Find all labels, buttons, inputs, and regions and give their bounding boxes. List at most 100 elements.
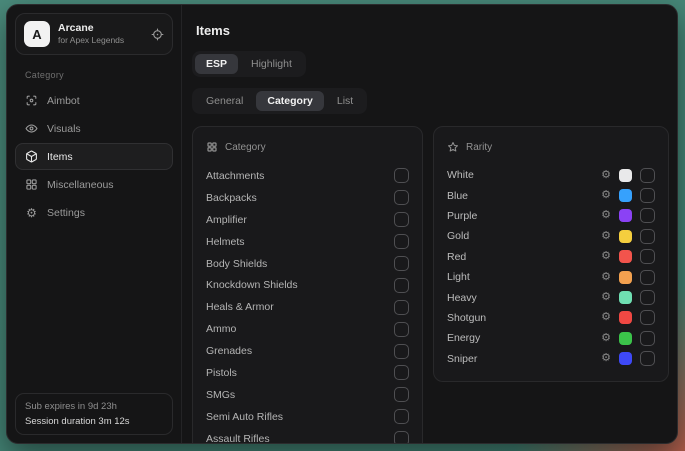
crosshair-target-icon[interactable] [151,28,164,41]
rarity-color-swatch[interactable] [619,291,632,304]
rarity-settings-gear-icon[interactable]: ⚙ [601,292,611,303]
tab-category[interactable]: Category [256,91,324,111]
rarity-color-swatch[interactable] [619,311,632,324]
rarity-checkbox[interactable] [640,310,655,325]
category-checkbox[interactable] [394,234,409,249]
sidebar-item-label: Visuals [47,123,81,135]
sidebar-section-label: Category [25,70,163,80]
cube-icon [25,150,38,163]
tab-highlight[interactable]: Highlight [240,54,303,74]
category-checkbox[interactable] [394,365,409,380]
rarity-settings-gear-icon[interactable]: ⚙ [601,333,611,344]
rarity-row: White ⚙ [447,165,655,185]
category-panel-header: Category [206,137,409,157]
rarity-settings-gear-icon[interactable]: ⚙ [601,170,611,181]
category-item-label: Pistols [206,367,237,379]
tab-esp[interactable]: ESP [195,54,238,74]
rarity-list: White ⚙ Blue ⚙ Purple ⚙ Gold ⚙ Red [447,165,655,369]
rarity-checkbox[interactable] [640,331,655,346]
crosshair-scan-icon [25,94,38,107]
category-checkbox[interactable] [394,387,409,402]
rarity-settings-gear-icon[interactable]: ⚙ [601,312,611,323]
rarity-row: Blue ⚙ [447,185,655,205]
rarity-color-swatch[interactable] [619,169,632,182]
category-item-label: Grenades [206,345,252,357]
rarity-color-swatch[interactable] [619,332,632,345]
view-tab-group: General Category List [192,88,367,114]
rarity-row: Energy ⚙ [447,328,655,348]
sidebar-item-aimbot[interactable]: Aimbot [15,87,173,114]
rarity-checkbox[interactable] [640,351,655,366]
rarity-settings-gear-icon[interactable]: ⚙ [601,353,611,364]
sidebar: A Arcane for Apex Legends Category [7,5,182,443]
rarity-row: Red ⚙ [447,247,655,267]
rarity-color-swatch[interactable] [619,209,632,222]
rarity-item-label: Heavy [447,292,477,304]
category-checkbox[interactable] [394,190,409,205]
sidebar-item-settings[interactable]: ⚙ Settings [15,199,173,226]
category-checkbox[interactable] [394,431,409,443]
rarity-item-label: Purple [447,210,477,222]
main-content: Items ESP Highlight General Category Lis… [182,5,677,443]
category-item-label: Amplifier [206,214,247,226]
tab-general[interactable]: General [195,91,254,111]
sidebar-item-label: Settings [47,207,85,219]
category-checkbox[interactable] [394,212,409,227]
category-item-label: Attachments [206,170,264,182]
rarity-settings-gear-icon[interactable]: ⚙ [601,190,611,201]
category-checkbox[interactable] [394,344,409,359]
category-grid-icon [206,141,218,153]
rarity-checkbox[interactable] [640,188,655,203]
app-window: A Arcane for Apex Legends Category [6,4,678,444]
rarity-settings-gear-icon[interactable]: ⚙ [601,231,611,242]
category-checkbox[interactable] [394,409,409,424]
category-row: Semi Auto Rifles [206,406,409,428]
sub-expiry-text: Sub expires in 9d 23h [25,401,163,412]
rarity-checkbox[interactable] [640,229,655,244]
category-item-label: Semi Auto Rifles [206,411,283,423]
panels-row: Category Attachments Backpacks Amplifier… [192,126,665,443]
rarity-item-label: Energy [447,332,480,344]
rarity-color-swatch[interactable] [619,352,632,365]
rarity-settings-gear-icon[interactable]: ⚙ [601,251,611,262]
category-checkbox[interactable] [394,256,409,271]
subscription-info-card: Sub expires in 9d 23h Session duration 3… [15,393,173,435]
rarity-color-swatch[interactable] [619,230,632,243]
sidebar-item-miscellaneous[interactable]: Miscellaneous [15,171,173,198]
rarity-row: Light ⚙ [447,267,655,287]
rarity-panel-title: Rarity [466,142,492,153]
rarity-color-swatch[interactable] [619,250,632,263]
category-item-label: Backpacks [206,192,257,204]
rarity-row: Purple ⚙ [447,206,655,226]
rarity-settings-gear-icon[interactable]: ⚙ [601,272,611,283]
rarity-color-swatch[interactable] [619,189,632,202]
rarity-item-label: Sniper [447,353,477,365]
category-checkbox[interactable] [394,278,409,293]
category-panel-title: Category [225,142,266,153]
rarity-checkbox[interactable] [640,290,655,305]
tab-list[interactable]: List [326,91,364,111]
category-row: Body Shields [206,253,409,275]
rarity-item-label: Red [447,251,466,263]
rarity-checkbox[interactable] [640,249,655,264]
mode-tab-group: ESP Highlight [192,51,306,77]
category-item-label: SMGs [206,389,235,401]
rarity-settings-gear-icon[interactable]: ⚙ [601,210,611,221]
sidebar-item-visuals[interactable]: Visuals [15,115,173,142]
category-checkbox[interactable] [394,168,409,183]
rarity-checkbox[interactable] [640,168,655,183]
rarity-checkbox[interactable] [640,270,655,285]
rarity-color-swatch[interactable] [619,271,632,284]
sidebar-item-items[interactable]: Items [15,143,173,170]
rarity-checkbox[interactable] [640,208,655,223]
session-duration-text: Session duration 3m 12s [25,416,163,427]
rarity-item-label: Shotgun [447,312,486,324]
category-row: Attachments [206,165,409,187]
rarity-row: Gold ⚙ [447,226,655,246]
category-item-label: Ammo [206,323,236,335]
rarity-item-label: Gold [447,230,469,242]
category-row: Ammo [206,318,409,340]
category-row: Grenades [206,340,409,362]
category-checkbox[interactable] [394,322,409,337]
category-checkbox[interactable] [394,300,409,315]
